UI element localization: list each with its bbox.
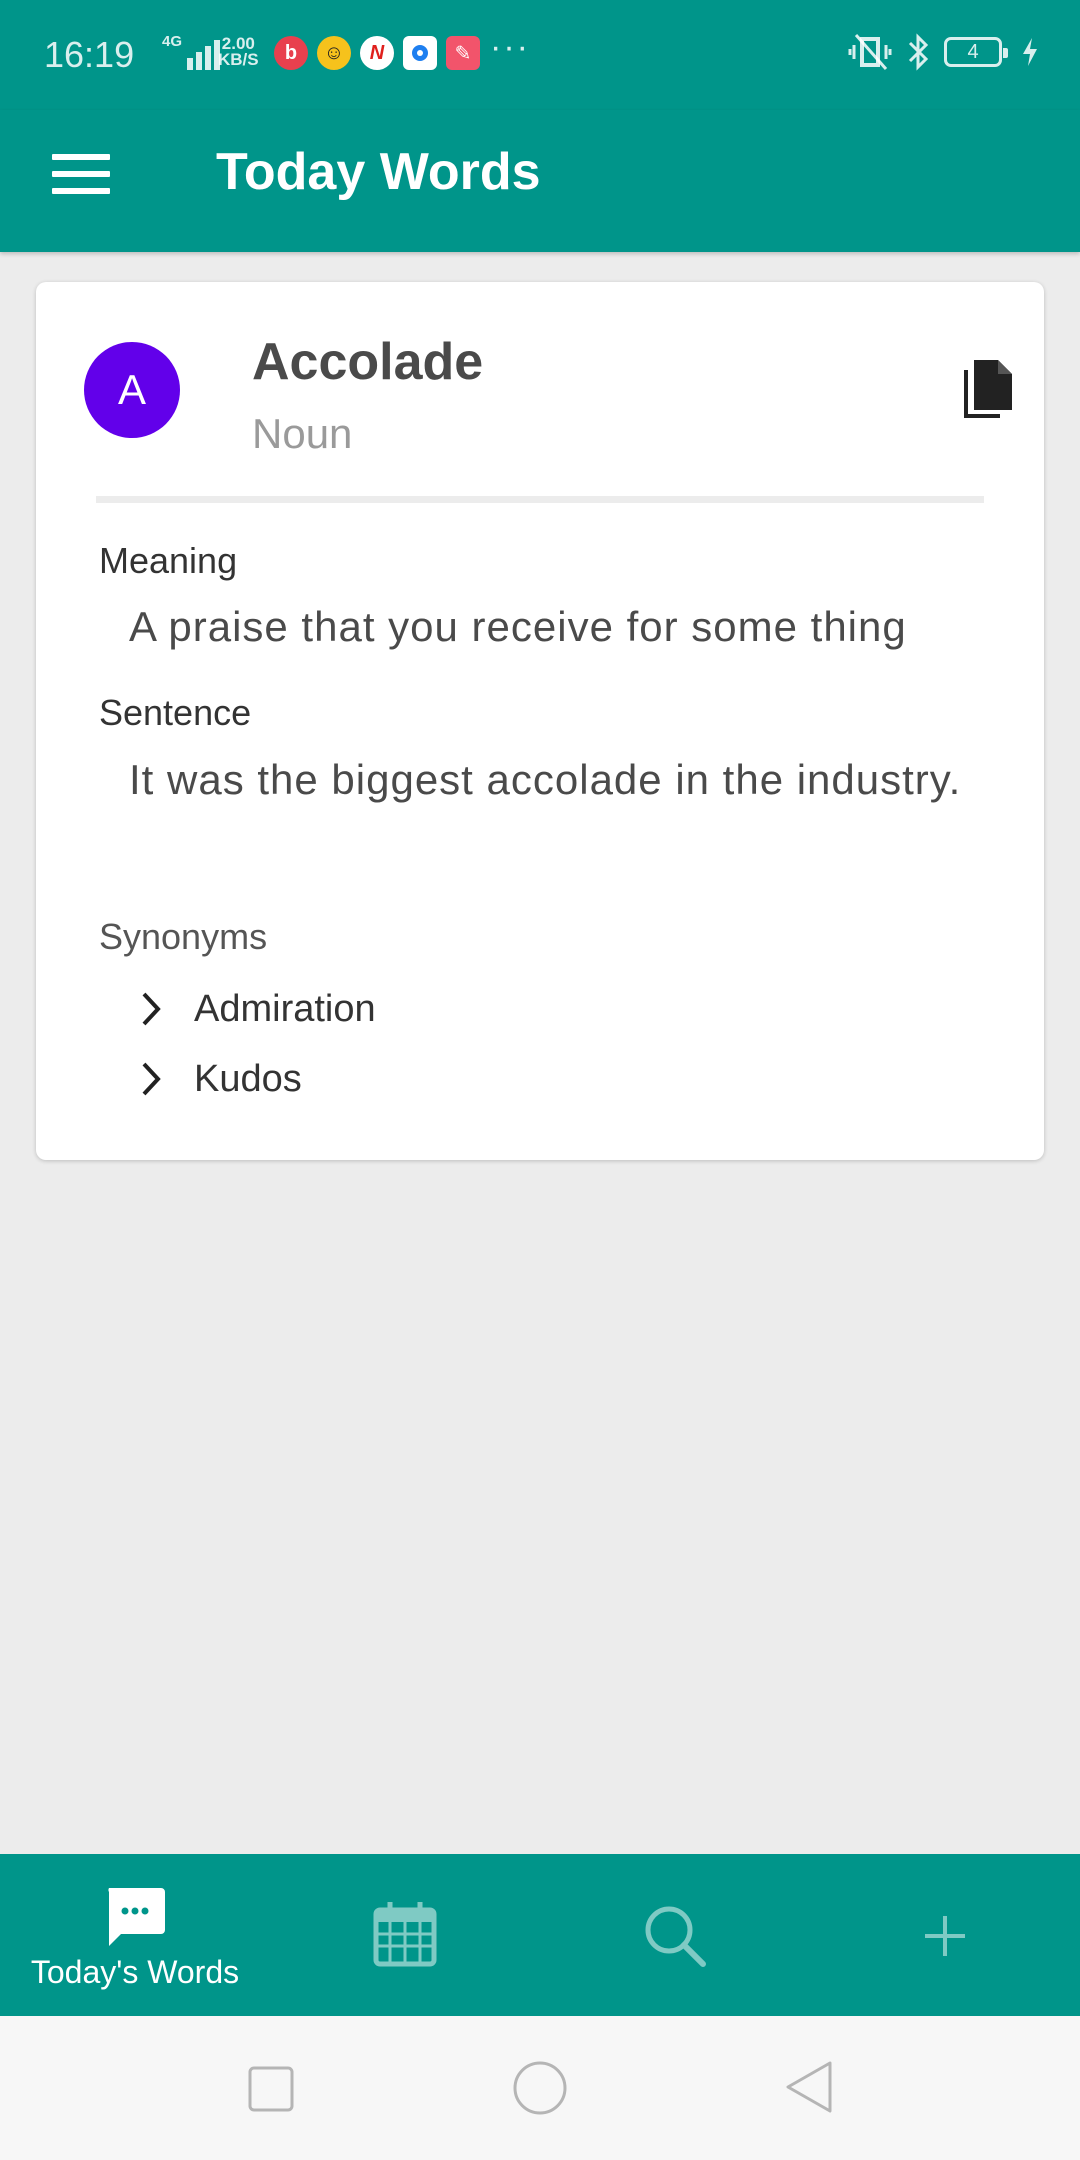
system-nav-bar: [0, 2016, 1080, 2160]
back-icon[interactable]: [784, 2060, 834, 2114]
tab-calendar[interactable]: [270, 1854, 540, 2016]
pink-app-icon: ✎: [446, 36, 480, 70]
bluetooth-icon: [908, 33, 929, 71]
bottom-nav: Today's Words: [0, 1854, 1080, 2016]
notification-icons: b ☺ N ✎: [274, 36, 480, 70]
divider: [96, 496, 984, 503]
word-card: A Accolade Noun Meaning A praise that yo…: [36, 282, 1044, 1160]
home-icon[interactable]: [512, 2060, 568, 2116]
calendar-icon: [373, 1902, 437, 1967]
word-title: Accolade: [252, 333, 484, 391]
vibrate-icon: [848, 34, 892, 70]
meaning-label: Meaning: [99, 540, 238, 581]
status-right: 4: [848, 32, 1040, 72]
more-notifications: ···: [490, 28, 530, 66]
chevron-right-icon: [142, 1062, 161, 1096]
battery-icon: 4: [944, 37, 1008, 67]
network-speed: 2.00 KB/S: [218, 34, 259, 69]
copy-button[interactable]: [960, 356, 1016, 422]
tab-add[interactable]: [810, 1854, 1080, 2016]
synonym-item[interactable]: Kudos: [126, 1054, 302, 1104]
synonyms-label: Synonyms: [99, 916, 268, 957]
menu-button[interactable]: [52, 154, 114, 200]
sentence-label: Sentence: [99, 692, 252, 733]
tab-search[interactable]: [540, 1854, 810, 2016]
avatar: A: [84, 342, 180, 438]
chat-bubble-icon: [108, 1888, 165, 1946]
signal-icon: 4G: [162, 33, 221, 70]
app-bar: Today Words: [0, 110, 1080, 252]
tab-todays-words[interactable]: Today's Words: [0, 1854, 270, 2016]
n-app-icon: N: [360, 36, 394, 70]
hamburger-icon: [52, 154, 110, 160]
charging-icon: [1023, 38, 1037, 66]
emoji-app-icon: ☺: [317, 36, 351, 70]
blue-app-icon: [403, 36, 437, 70]
search-icon: [645, 1906, 706, 1967]
nav-label: Today's Words: [30, 1954, 240, 1990]
add-icon: [925, 1916, 965, 1956]
meaning-text: A praise that you receive for some thing: [129, 603, 907, 650]
synonym-item[interactable]: Admiration: [126, 984, 376, 1034]
status-time: 16:19: [44, 34, 135, 75]
chevron-right-icon: [142, 992, 161, 1026]
status-bar: 16:19 4G 2.00 KB/S b ☺ N ✎ ··· 4: [0, 0, 1080, 110]
bilibili-icon: b: [274, 36, 308, 70]
network-type: 4G: [162, 33, 183, 50]
sentence-text: It was the biggest accolade in the indus…: [129, 756, 962, 803]
page-title: Today Words: [216, 143, 541, 201]
copy-icon: [964, 360, 1012, 418]
part-of-speech: Noun: [252, 410, 353, 457]
recent-apps-icon[interactable]: [248, 2066, 294, 2112]
